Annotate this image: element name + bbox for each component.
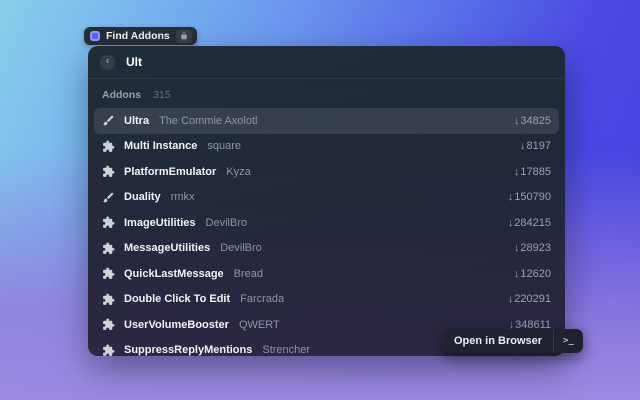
addon-name: Multi Instance [124, 140, 197, 152]
puzzle-icon [102, 267, 115, 280]
download-count: 8197 [527, 140, 551, 152]
addon-name: QuickLastMessage [124, 268, 224, 280]
addon-downloads: ↓34825 [514, 115, 551, 127]
brush-icon [102, 114, 115, 127]
search-input[interactable]: Ult [126, 55, 142, 69]
addon-name: MessageUtilities [124, 242, 210, 254]
download-count: 12620 [520, 268, 551, 280]
open-in-browser-button[interactable]: Open in Browser >_ [443, 329, 583, 353]
addon-row[interactable]: Double Click To Edit Farcrada ↓220291 [94, 287, 559, 313]
download-count: 284215 [514, 217, 551, 229]
addon-downloads: ↓17885 [514, 166, 551, 178]
download-arrow-icon: ↓ [508, 293, 514, 305]
addon-author: DevilBro [206, 217, 508, 229]
download-arrow-icon: ↓ [520, 140, 526, 152]
brush-icon [102, 191, 115, 204]
chevron-left-icon: ‹ [106, 57, 109, 67]
addon-name: ImageUtilities [124, 217, 196, 229]
puzzle-icon [102, 242, 115, 255]
list-header-label: Addons [102, 89, 141, 101]
puzzle-icon [102, 216, 115, 229]
addon-author: The Commie Axolotl [159, 115, 514, 127]
addon-downloads: ↓12620 [514, 268, 551, 280]
addon-downloads: ↓284215 [508, 217, 551, 229]
addon-downloads: ↓220291 [508, 293, 551, 305]
download-arrow-icon: ↓ [514, 242, 520, 254]
puzzle-icon [102, 140, 115, 153]
addon-row[interactable]: Duality rmkx ↓150790 [94, 185, 559, 211]
addon-author: DevilBro [220, 242, 514, 254]
addon-row[interactable]: QuickLastMessage Bread ↓12620 [94, 261, 559, 287]
download-arrow-icon: ↓ [514, 115, 520, 127]
search-bar: ‹ Ult [88, 46, 565, 79]
puzzle-icon [102, 165, 115, 178]
addon-name: UserVolumeBooster [124, 319, 229, 331]
download-count: 17885 [520, 166, 551, 178]
addon-row[interactable]: ImageUtilities DevilBro ↓284215 [94, 210, 559, 236]
download-arrow-icon: ↓ [514, 268, 520, 280]
addon-author: Farcrada [240, 293, 508, 305]
addon-downloads: ↓150790 [508, 191, 551, 203]
puzzle-icon [102, 344, 115, 356]
addon-name: SuppressReplyMentions [124, 344, 252, 356]
addon-name: Double Click To Edit [124, 293, 230, 305]
addon-row[interactable]: PlatformEmulator Kyza ↓17885 [94, 159, 559, 185]
addon-author: Kyza [226, 166, 514, 178]
puzzle-icon [102, 293, 115, 306]
addon-name: PlatformEmulator [124, 166, 216, 178]
find-addons-window-tag[interactable]: Find Addons [84, 27, 197, 45]
addon-author: square [207, 140, 520, 152]
find-addons-panel: ‹ Ult Addons 315 Ultra The Commie Axolot… [88, 46, 565, 356]
addon-row[interactable]: Multi Instance square ↓8197 [94, 134, 559, 160]
addon-author: Bread [234, 268, 514, 280]
addon-row[interactable]: Ultra The Commie Axolotl ↓34825 [94, 108, 559, 134]
addon-list: Ultra The Commie Axolotl ↓34825 Multi In… [88, 106, 565, 356]
addon-downloads: ↓28923 [514, 242, 551, 254]
open-in-browser-label: Open in Browser [443, 335, 553, 347]
window-tag-label: Find Addons [106, 30, 170, 42]
download-count: 28923 [520, 242, 551, 254]
download-count: 220291 [514, 293, 551, 305]
download-arrow-icon: ↓ [508, 191, 514, 203]
back-button[interactable]: ‹ [100, 55, 115, 70]
list-header: Addons 315 [88, 79, 565, 106]
addon-downloads: ↓8197 [520, 140, 551, 152]
download-arrow-icon: ↓ [514, 166, 520, 178]
download-count: 150790 [514, 191, 551, 203]
addon-row[interactable]: MessageUtilities DevilBro ↓28923 [94, 236, 559, 262]
addon-name: Duality [124, 191, 161, 203]
addon-app-icon [90, 31, 100, 41]
lock-icon [176, 30, 192, 43]
download-arrow-icon: ↓ [508, 217, 514, 229]
addon-name: Ultra [124, 115, 149, 127]
puzzle-icon [102, 318, 115, 331]
terminal-icon[interactable]: >_ [554, 336, 583, 346]
download-count: 34825 [520, 115, 551, 127]
addon-author: rmkx [171, 191, 508, 203]
list-header-count: 315 [153, 89, 171, 101]
